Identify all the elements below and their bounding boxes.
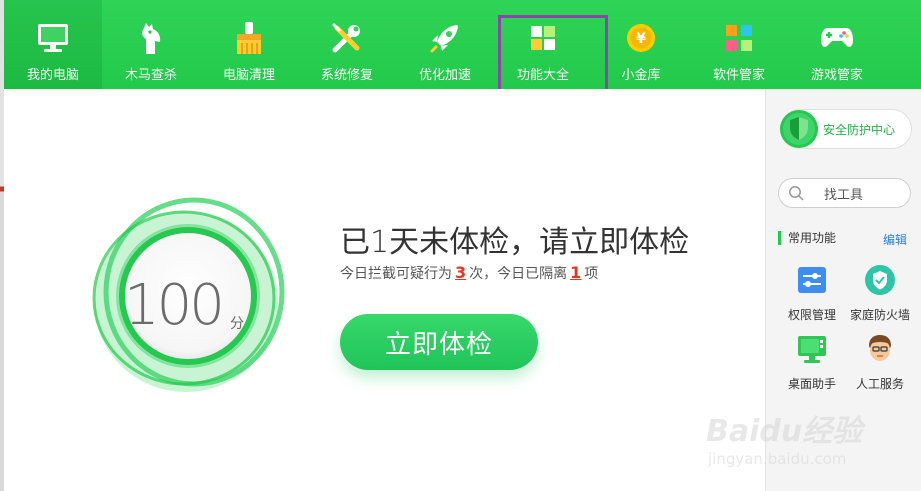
common-functions-header: 常用功能 编辑 xyxy=(778,231,907,248)
tool-label: 人工服务 xyxy=(855,377,904,391)
nav-label: 优化加速 xyxy=(418,68,471,83)
nav-label: 功能大全 xyxy=(516,68,569,83)
nav-label: 游戏管家 xyxy=(810,68,863,83)
nav-label: 系统修复 xyxy=(320,68,373,83)
software-petals-icon xyxy=(721,20,757,56)
checkup-summary: 今日拦截可疑行为 3 次，今日已隔离 1 项 xyxy=(340,263,598,283)
summary-suffix: 项 xyxy=(584,266,599,282)
tool-desktop-assistant[interactable]: 桌面助手 xyxy=(776,332,848,392)
nav-label: 我的电脑 xyxy=(26,68,79,83)
broom-icon xyxy=(231,20,267,56)
tool-search-input[interactable]: 找工具 xyxy=(778,178,911,208)
gamepad-icon xyxy=(819,20,855,56)
nav-my-computer[interactable]: 我的电脑 xyxy=(4,0,102,89)
tool-label: 权限管理 xyxy=(787,308,836,322)
security-center-label: 安全防护中心 xyxy=(823,122,896,137)
health-score: 100 xyxy=(124,273,225,338)
tool-search-placeholder: 找工具 xyxy=(824,187,864,203)
health-score-unit: 分 xyxy=(230,316,244,332)
top-navigation: 我的电脑 木马查杀 电脑清理 系统修复 优化加速 功能大全 ¥ 小金库 软件管家… xyxy=(4,0,921,94)
search-icon xyxy=(789,186,804,201)
edit-link[interactable]: 编辑 xyxy=(883,231,907,248)
nav-trojan-scan[interactable]: 木马查杀 xyxy=(102,0,200,89)
nav-optimize[interactable]: 优化加速 xyxy=(396,0,494,89)
permission-sliders-icon xyxy=(798,267,826,293)
tool-label: 家庭防火墙 xyxy=(849,308,910,322)
wrench-screwdriver-icon xyxy=(329,20,365,56)
right-sidebar: 安全防护中心 找工具 常用功能 编辑 权限管理 家庭防火墙 桌面助手 人工服务 xyxy=(765,89,921,491)
nav-pc-cleanup[interactable]: 电脑清理 xyxy=(200,0,298,89)
summary-middle: 次，今日已隔离 xyxy=(469,266,568,282)
security-center-button[interactable]: 安全防护中心 xyxy=(780,109,912,149)
desktop-assistant-icon xyxy=(798,336,826,363)
summary-prefix: 今日拦截可疑行为 xyxy=(340,266,452,282)
tool-human-service[interactable]: 人工服务 xyxy=(844,332,916,392)
grid-tiles-icon xyxy=(525,20,561,56)
nav-game-manager[interactable]: 游戏管家 xyxy=(788,0,886,89)
shield-badge-icon xyxy=(780,110,818,148)
nav-software-manager[interactable]: 软件管家 xyxy=(690,0,788,89)
agent-avatar-icon xyxy=(869,335,891,361)
tool-permission-management[interactable]: 权限管理 xyxy=(776,263,848,323)
start-checkup-button[interactable]: 立即体检 xyxy=(340,314,538,370)
nav-system-repair[interactable]: 系统修复 xyxy=(298,0,396,89)
nav-all-features[interactable]: 功能大全 xyxy=(494,0,608,94)
trojan-horse-icon xyxy=(133,20,169,56)
quarantined-count: 1 xyxy=(570,263,582,282)
nav-label: 木马查杀 xyxy=(124,68,177,83)
nav-label: 小金库 xyxy=(621,68,661,83)
nav-label: 电脑清理 xyxy=(222,68,275,83)
blocked-count: 3 xyxy=(455,263,467,282)
gold-coin-icon: ¥ xyxy=(623,20,659,56)
shield-check-icon xyxy=(865,265,895,295)
nav-small-vault[interactable]: ¥ 小金库 xyxy=(592,0,690,89)
checkup-headline: 已1天未体检，请立即体检 xyxy=(340,225,690,260)
common-functions-title: 常用功能 xyxy=(778,231,836,245)
monitor-icon xyxy=(35,20,71,56)
main-panel: 100 分 已1天未体检，请立即体检 今日拦截可疑行为 3 次，今日已隔离 1 项 立即… xyxy=(4,89,765,491)
tool-home-firewall[interactable]: 家庭防火墙 xyxy=(844,263,916,323)
rocket-icon xyxy=(427,20,463,56)
tool-label: 桌面助手 xyxy=(787,377,836,391)
app-window: 我的电脑 木马查杀 电脑清理 系统修复 优化加速 功能大全 ¥ 小金库 软件管家… xyxy=(0,0,921,491)
nav-label: 软件管家 xyxy=(712,68,765,83)
svg-text:¥: ¥ xyxy=(636,31,646,47)
